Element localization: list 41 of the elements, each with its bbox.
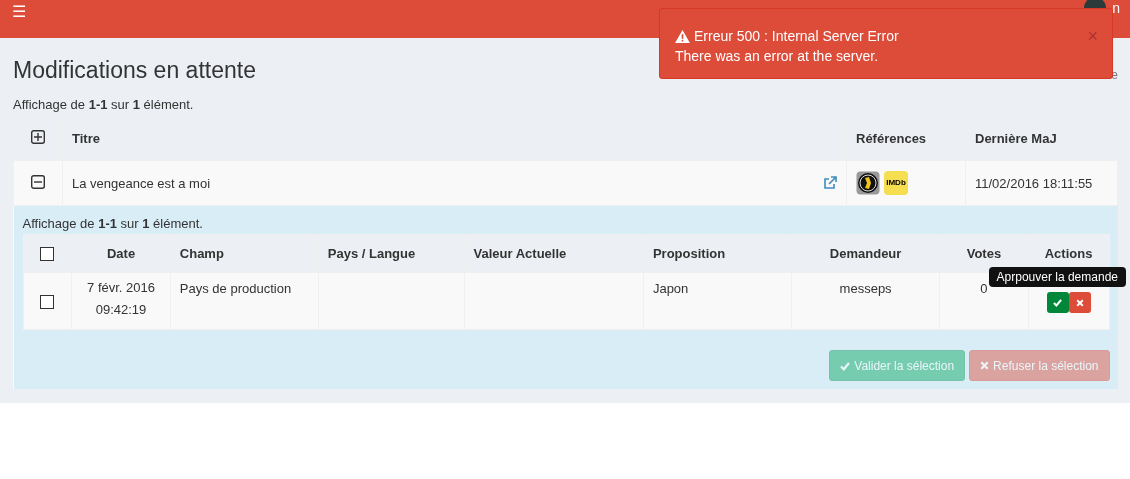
column-header: Dernière MaJ: [965, 116, 1118, 161]
tooltip: Aprpouver la demande: [988, 267, 1126, 287]
table-cell: Japon: [652, 281, 689, 296]
column-header: Votes: [939, 234, 1029, 273]
table-cell: messeps: [839, 281, 892, 296]
external-link-icon[interactable]: [823, 176, 837, 190]
cross-icon: [1075, 298, 1084, 307]
table-cell: Pays de production: [179, 281, 292, 296]
button-label: Valider la sélection: [854, 358, 955, 373]
reject-button[interactable]: [1068, 292, 1091, 313]
summary-text: Affichage de 1-1 sur 1 élément.: [22, 216, 204, 231]
menu-icon[interactable]: ☰: [12, 4, 26, 20]
column-header: Titre: [62, 116, 847, 161]
warning-icon: [675, 29, 690, 43]
cross-icon: [980, 361, 990, 370]
page-title: Modifications en attente: [13, 57, 256, 84]
column-header: Date: [71, 234, 171, 273]
button-label: Refuser la sélection: [993, 358, 1099, 373]
table-cell: 11/02/2016 18:11:55: [965, 160, 1118, 206]
column-header: Proposition: [643, 234, 792, 273]
column-header: Valeur Actuelle: [464, 234, 644, 273]
select-all-checkbox[interactable]: [40, 247, 55, 262]
collapse-icon[interactable]: [31, 174, 45, 189]
film-reel-icon[interactable]: [856, 171, 880, 195]
column-header: Champ: [170, 234, 319, 273]
approve-button[interactable]: [1046, 292, 1069, 313]
column-header: Références: [846, 116, 966, 161]
alert-message: There was an error at the server.: [675, 47, 880, 66]
column-header: Demandeur: [791, 234, 940, 273]
table-cell: 0: [980, 281, 988, 296]
imdb-logo[interactable]: IMDb: [884, 171, 908, 195]
check-icon: [1053, 298, 1063, 307]
summary-text: Affichage de 1-1 sur 1 élément.: [13, 97, 195, 112]
date-cell-text: 7 févr. 2016 09:42:19: [87, 279, 155, 319]
expand-all-icon[interactable]: [31, 130, 45, 144]
column-header: Pays / Langue: [318, 234, 465, 273]
check-icon: [840, 360, 851, 371]
row-checkbox[interactable]: [40, 294, 55, 309]
alert-title: Erreur 500 : Internal Server Error: [694, 27, 899, 46]
user-name[interactable]: n: [1112, 0, 1120, 16]
table-cell: La vengeance est a moi: [72, 175, 211, 191]
